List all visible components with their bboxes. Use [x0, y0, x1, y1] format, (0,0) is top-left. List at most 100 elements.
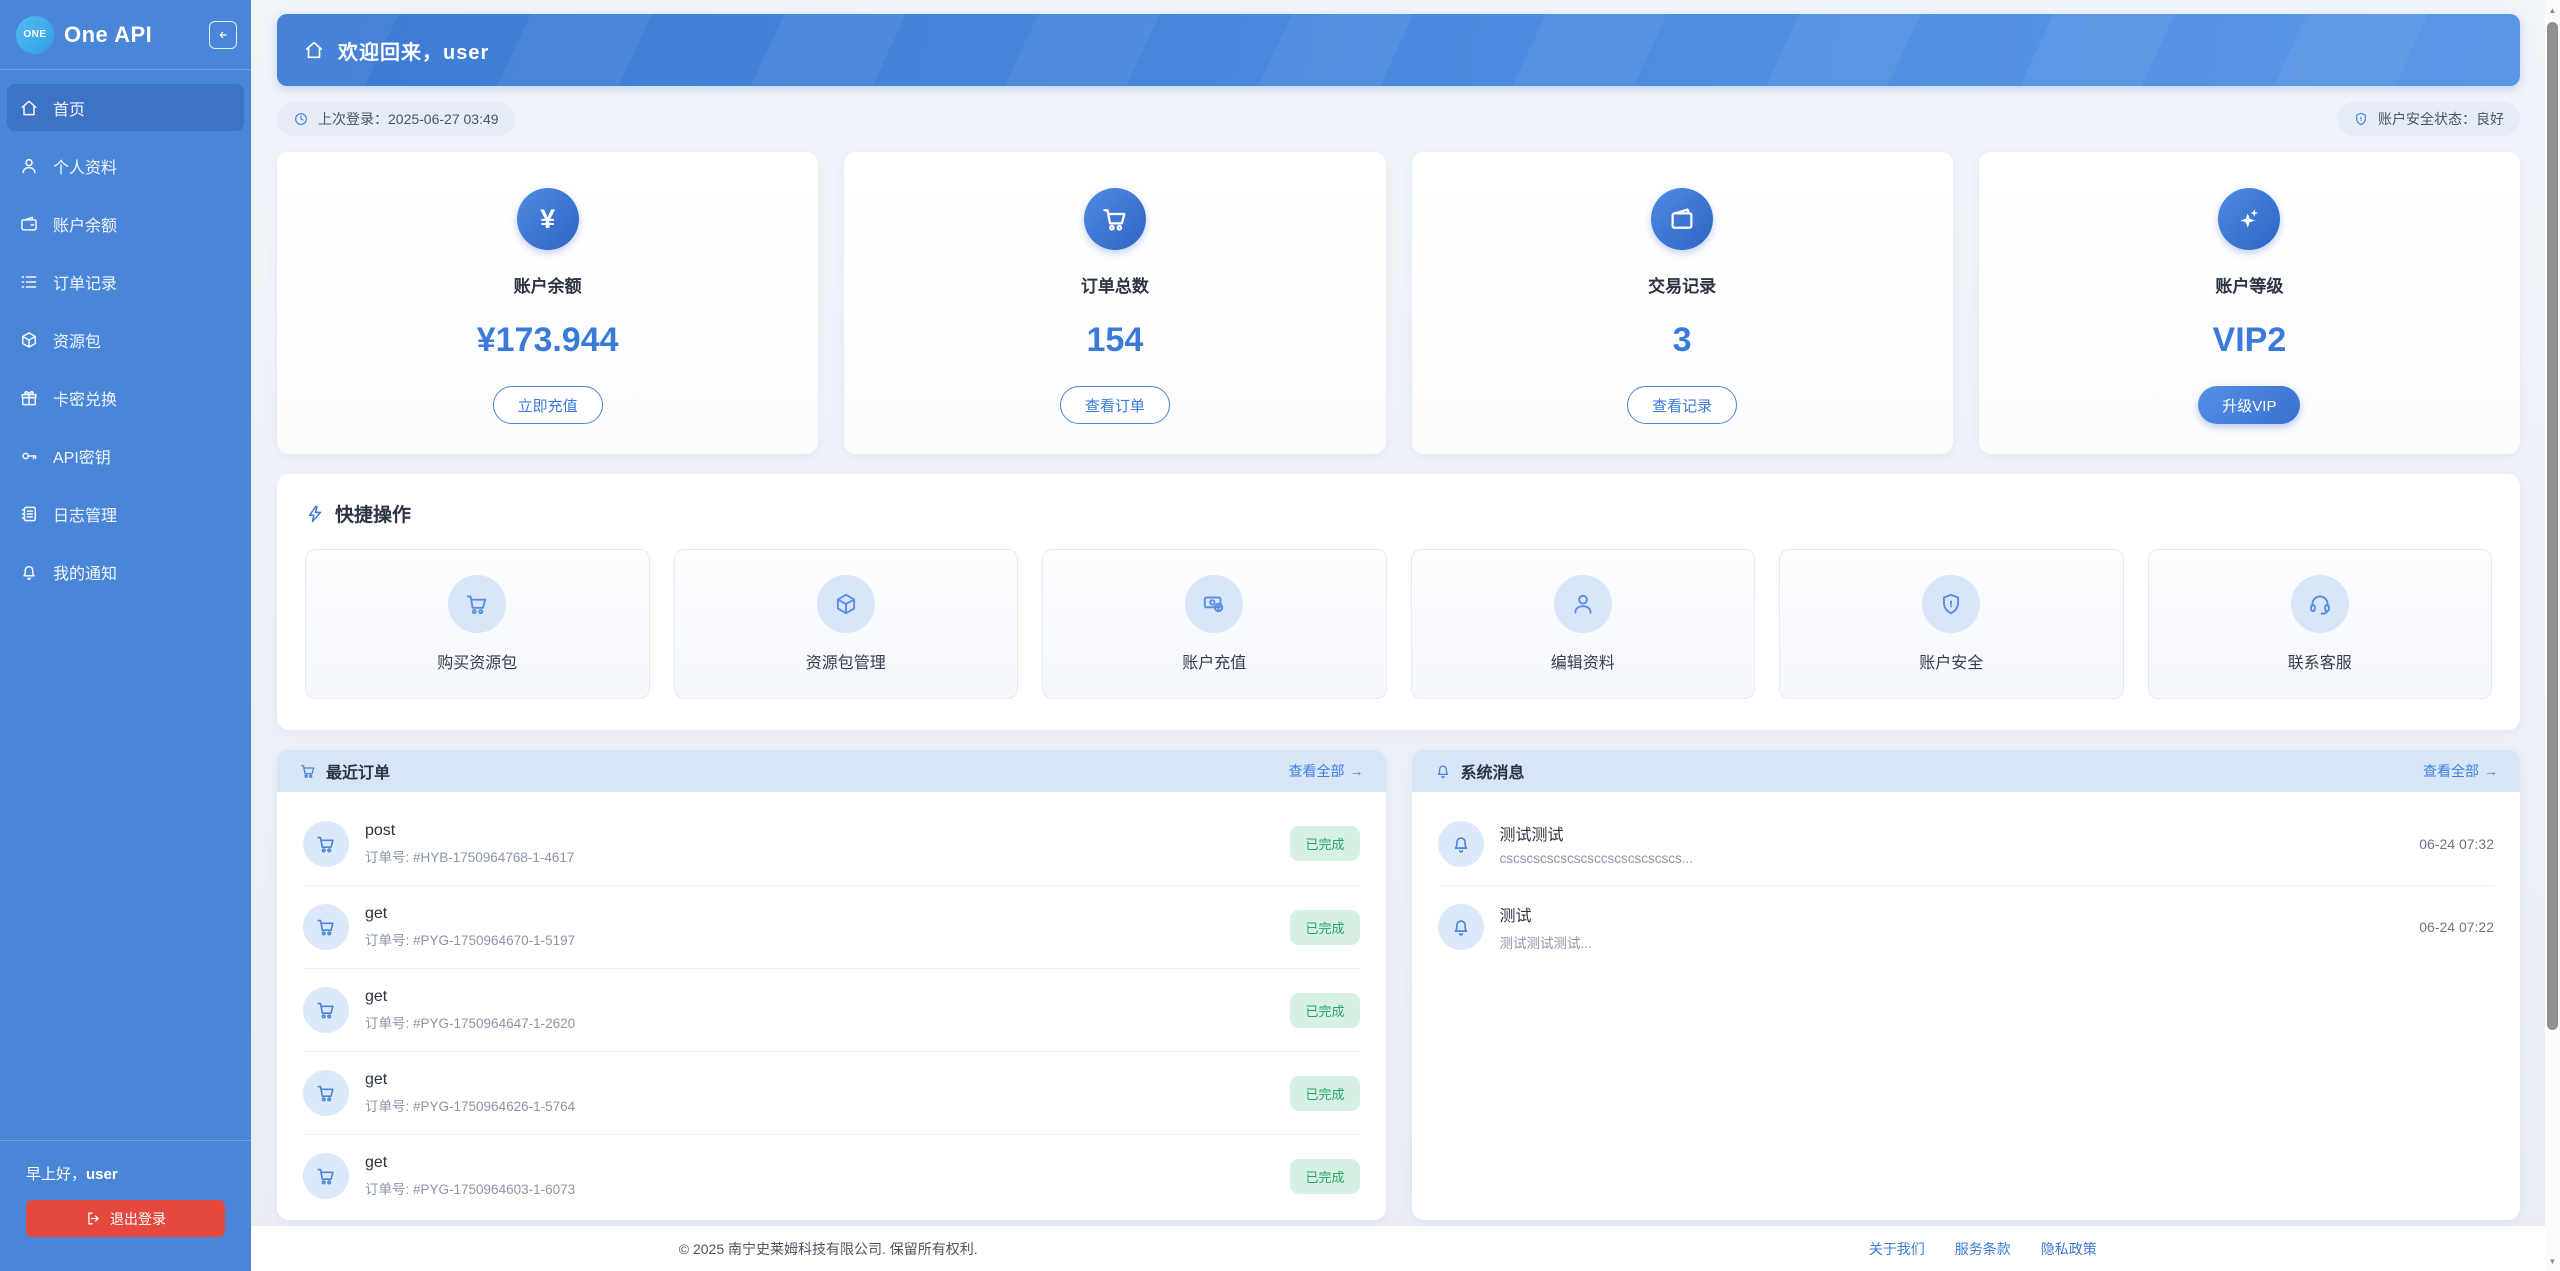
stat-value: ¥173.944	[477, 321, 619, 360]
sidebar-item-logs[interactable]: 日志管理	[7, 490, 244, 537]
sidebar-item-profile[interactable]: 个人资料	[7, 142, 244, 189]
sidebar-item-label: API密钥	[53, 444, 111, 468]
message-preview: 测试测试测试...	[1500, 932, 2404, 952]
stat-value: VIP2	[2213, 321, 2287, 360]
system-messages-panel: 系统消息 查看全部 →	[1412, 750, 2521, 1220]
quick-action-recharge[interactable]: 账户充值	[1042, 549, 1387, 699]
cart-icon	[303, 904, 349, 950]
clock-icon	[293, 111, 309, 127]
bell-icon	[1434, 762, 1452, 780]
recent-orders-panel: 最近订单 查看全部 →	[277, 750, 1386, 1220]
message-info: 测试 测试测试测试...	[1500, 902, 2404, 952]
recharge-now-button[interactable]: 立即充值	[493, 386, 603, 424]
home-icon	[19, 98, 39, 118]
bottom-row: 最近订单 查看全部 →	[277, 750, 2520, 1220]
scroll-down-arrow-icon[interactable]: ▼	[2545, 1253, 2560, 1269]
view-all-label: 查看全部	[2423, 761, 2479, 781]
logout-button[interactable]: 退出登录	[26, 1200, 225, 1237]
view-transactions-button[interactable]: 查看记录	[1627, 386, 1737, 424]
upgrade-vip-button[interactable]: 升级VIP	[2198, 386, 2300, 424]
quick-actions-header: 快捷操作	[305, 500, 2492, 527]
cart-icon	[303, 1153, 349, 1199]
order-number: 订单号: #PYG-1750964603-1-6073	[365, 1178, 1274, 1198]
order-info: get 订单号: #PYG-1750964647-1-2620	[365, 988, 1274, 1032]
order-info: get 订单号: #PYG-1750964626-1-5764	[365, 1071, 1274, 1115]
bell-icon	[19, 562, 39, 582]
message-row[interactable]: 测试 测试测试测试... 06-24 07:22	[1438, 885, 2495, 968]
sidebar-nav: 首页 个人资料 账户余额 订单记录 资源包	[0, 70, 251, 1140]
quick-actions-title: 快捷操作	[335, 500, 411, 527]
order-number: 订单号: #HYB-1750964768-1-4617	[365, 846, 1274, 866]
stat-card-level: 账户等级 VIP2 升级VIP	[1979, 152, 2520, 454]
shield-icon	[2353, 111, 2369, 127]
scroll-up-arrow-icon[interactable]: ▲	[2545, 2, 2560, 18]
last-login-text: 上次登录：2025-06-27 03:49	[318, 109, 499, 129]
message-preview: cscscscscscscsccscscscscscs...	[1500, 851, 2404, 866]
security-status-pill: 账户安全状态：良好	[2337, 102, 2520, 136]
message-title: 测试	[1500, 902, 2404, 926]
sidebar-collapse-button[interactable]	[209, 21, 237, 49]
cart-icon	[1084, 188, 1146, 250]
order-row[interactable]: post 订单号: #HYB-1750964768-1-4617 已完成	[303, 802, 1360, 885]
order-number: 订单号: #PYG-1750964626-1-5764	[365, 1095, 1274, 1115]
brand-logo: ONE	[16, 16, 54, 54]
sidebar-item-label: 个人资料	[53, 154, 117, 178]
stats-row: ¥ 账户余额 ¥173.944 立即充值 订单总数 154 查看订单 交易记录	[277, 152, 2520, 454]
vertical-scrollbar[interactable]: ▲ ▼	[2545, 0, 2560, 1271]
last-login-pill: 上次登录：2025-06-27 03:49	[277, 102, 515, 136]
sidebar-item-orders[interactable]: 订单记录	[7, 258, 244, 305]
sparkles-icon	[2218, 188, 2280, 250]
quick-action-buy-package[interactable]: 购买资源包	[305, 549, 650, 699]
stat-title: 账户余额	[514, 272, 582, 297]
recent-orders-title: 最近订单	[326, 759, 1280, 783]
security-status-text: 账户安全状态：良好	[2378, 109, 2504, 129]
sidebar-item-label: 卡密兑换	[53, 386, 117, 410]
yen-icon: ¥	[517, 188, 579, 250]
order-row[interactable]: get 订单号: #PYG-1750964626-1-5764 已完成	[303, 1051, 1360, 1134]
info-row: 上次登录：2025-06-27 03:49 账户安全状态：良好	[277, 102, 2520, 136]
footer-link-terms[interactable]: 服务条款	[1955, 1239, 2011, 1259]
orders-view-all-link[interactable]: 查看全部 →	[1289, 761, 1364, 781]
stat-card-balance: ¥ 账户余额 ¥173.944 立即充值	[277, 152, 818, 454]
order-name: get	[365, 905, 1274, 923]
message-info: 测试测试 cscscscscscscsccscscscscscs...	[1500, 821, 2404, 866]
sidebar-item-notifications[interactable]: 我的通知	[7, 548, 244, 595]
username: user	[86, 1166, 118, 1183]
sidebar-item-packages[interactable]: 资源包	[7, 316, 244, 363]
quick-action-manage-packages[interactable]: 资源包管理	[674, 549, 1019, 699]
order-number: 订单号: #PYG-1750964647-1-2620	[365, 1012, 1274, 1032]
quick-action-account-security[interactable]: 账户安全	[1779, 549, 2124, 699]
system-messages-title: 系统消息	[1461, 759, 2415, 783]
sidebar-item-redeem[interactable]: 卡密兑换	[7, 374, 244, 421]
welcome-banner: 欢迎回来，user	[277, 14, 2520, 86]
sidebar-item-label: 日志管理	[53, 502, 117, 526]
quick-action-contact-support[interactable]: 联系客服	[2148, 549, 2493, 699]
sidebar-item-home[interactable]: 首页	[7, 84, 244, 131]
scrollbar-thumb[interactable]	[2547, 22, 2558, 1030]
sidebar-item-balance[interactable]: 账户余额	[7, 200, 244, 247]
arrow-right-icon: →	[1350, 763, 1364, 779]
footer-link-privacy[interactable]: 隐私政策	[2041, 1239, 2097, 1259]
message-row[interactable]: 测试测试 cscscscscscscsccscscscscscs... 06-2…	[1438, 802, 2495, 885]
messages-view-all-link[interactable]: 查看全部 →	[2423, 761, 2498, 781]
logout-label: 退出登录	[110, 1209, 166, 1229]
order-row[interactable]: get 订单号: #PYG-1750964603-1-6073 已完成	[303, 1134, 1360, 1217]
logout-icon	[85, 1210, 102, 1227]
quick-action-edit-profile[interactable]: 编辑资料	[1411, 549, 1756, 699]
arrow-right-icon: →	[2484, 763, 2498, 779]
message-title: 测试测试	[1500, 821, 2404, 845]
footer-link-about[interactable]: 关于我们	[1869, 1239, 1925, 1259]
view-orders-button[interactable]: 查看订单	[1060, 386, 1170, 424]
cart-icon	[299, 762, 317, 780]
order-row[interactable]: get 订单号: #PYG-1750964670-1-5197 已完成	[303, 885, 1360, 968]
quick-actions-tiles: 购买资源包 资源包管理 账户充值	[305, 549, 2492, 699]
tile-label: 账户安全	[1919, 649, 1983, 673]
app-window: ONE One API 首页 个人资料 账户余额	[0, 0, 2560, 1271]
sidebar-item-api-keys[interactable]: API密钥	[7, 432, 244, 479]
bell-icon	[1438, 904, 1484, 950]
system-messages-header: 系统消息 查看全部 →	[1412, 750, 2521, 792]
order-row[interactable]: get 订单号: #PYG-1750964647-1-2620 已完成	[303, 968, 1360, 1051]
key-icon	[19, 446, 39, 466]
sidebar-footer: 早上好，user 退出登录	[0, 1140, 251, 1271]
message-time: 06-24 07:22	[2419, 919, 2494, 935]
